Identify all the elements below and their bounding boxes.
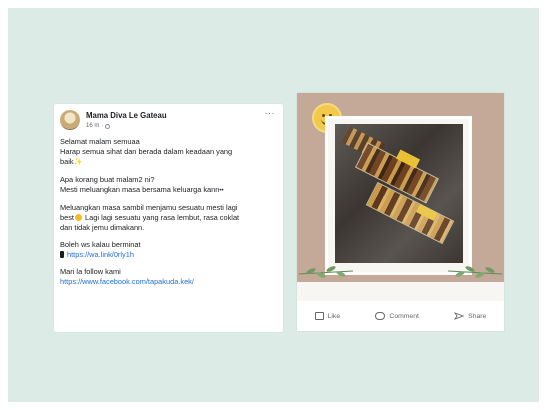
post-line: Lagi lagi sesuatu yang rasa lembut, rasa… <box>85 213 240 222</box>
post-paragraph-3: Meluangkan masa sambil menjamu sesuatu m… <box>60 203 275 233</box>
post-line: Apa korang buat malam2 ni? <box>60 175 155 184</box>
post-text: Selamat malam semuaa Harap semua sihat d… <box>60 137 275 294</box>
post-meta: 16 m · <box>86 121 111 131</box>
post-line: Mesti meluangkan masa bersama keluarga k… <box>60 185 220 194</box>
facebook-post-card: Mama Diva Le Gateau 16 m · ··· Selamat m… <box>54 104 283 332</box>
photo-frame <box>325 116 472 275</box>
post-image[interactable] <box>297 93 504 301</box>
post-paragraph-1: Selamat malam semuaa Harap semua sihat d… <box>60 137 275 168</box>
comment-label: Comment <box>389 312 419 320</box>
share-icon <box>454 312 465 320</box>
screenshot-canvas: Mama Diva Le Gateau 16 m · ··· Selamat m… <box>8 8 539 402</box>
image-post-card: Like Comment Share <box>297 93 504 331</box>
post-paragraph-2: Apa korang buat malam2 ni? Mesti meluang… <box>60 175 275 196</box>
post-line: Meluangkan masa sambil menjamu sesuatu m… <box>60 203 238 212</box>
whatsapp-link[interactable]: https://wa.link/0rly1h <box>67 250 134 259</box>
post-line: Boleh ws kalau berminat <box>60 240 141 249</box>
post-line: Harap semua sihat dan berada dalam keada… <box>60 147 233 156</box>
post-line: baik <box>60 157 74 166</box>
sparkle-icon: ✨ <box>73 159 83 166</box>
facebook-link[interactable]: https://www.facebook.com/tapakuda.kek/ <box>60 277 194 286</box>
cake-photo <box>335 124 463 263</box>
post-line: dan tidak jemu dimakann. <box>60 223 145 232</box>
leaf-right-icon <box>448 266 502 278</box>
post-actions: Like Comment Share <box>297 305 504 327</box>
post-paragraph-4: Boleh ws kalau berminat https://wa.link/… <box>60 240 275 260</box>
comment-icon <box>375 312 386 320</box>
post-header: Mama Diva Le Gateau 16 m · ··· <box>60 108 277 131</box>
like-button[interactable]: Like <box>314 312 341 320</box>
like-icon <box>314 312 324 320</box>
author-name[interactable]: Mama Diva Le Gateau <box>86 111 167 121</box>
like-label: Like <box>327 312 341 320</box>
dots-icon: •• <box>219 188 224 194</box>
post-line: best <box>60 213 74 222</box>
post-paragraph-5: Mari la follow kami https://www.facebook… <box>60 267 275 287</box>
leaf-left-icon <box>299 266 353 278</box>
more-icon[interactable]: ··· <box>265 108 276 118</box>
post-time[interactable]: 16 m <box>86 121 99 131</box>
comment-button[interactable]: Comment <box>375 312 419 320</box>
post-line: Selamat malam semuaa <box>60 137 140 146</box>
post-line: Mari la follow kami <box>60 267 121 276</box>
share-button[interactable]: Share <box>454 312 486 320</box>
image-bottom-band <box>297 282 504 301</box>
avatar[interactable] <box>60 110 80 130</box>
heart-eyes-icon <box>74 214 82 221</box>
share-label: Share <box>468 312 487 320</box>
globe-icon <box>105 123 111 129</box>
phone-icon <box>60 251 64 258</box>
